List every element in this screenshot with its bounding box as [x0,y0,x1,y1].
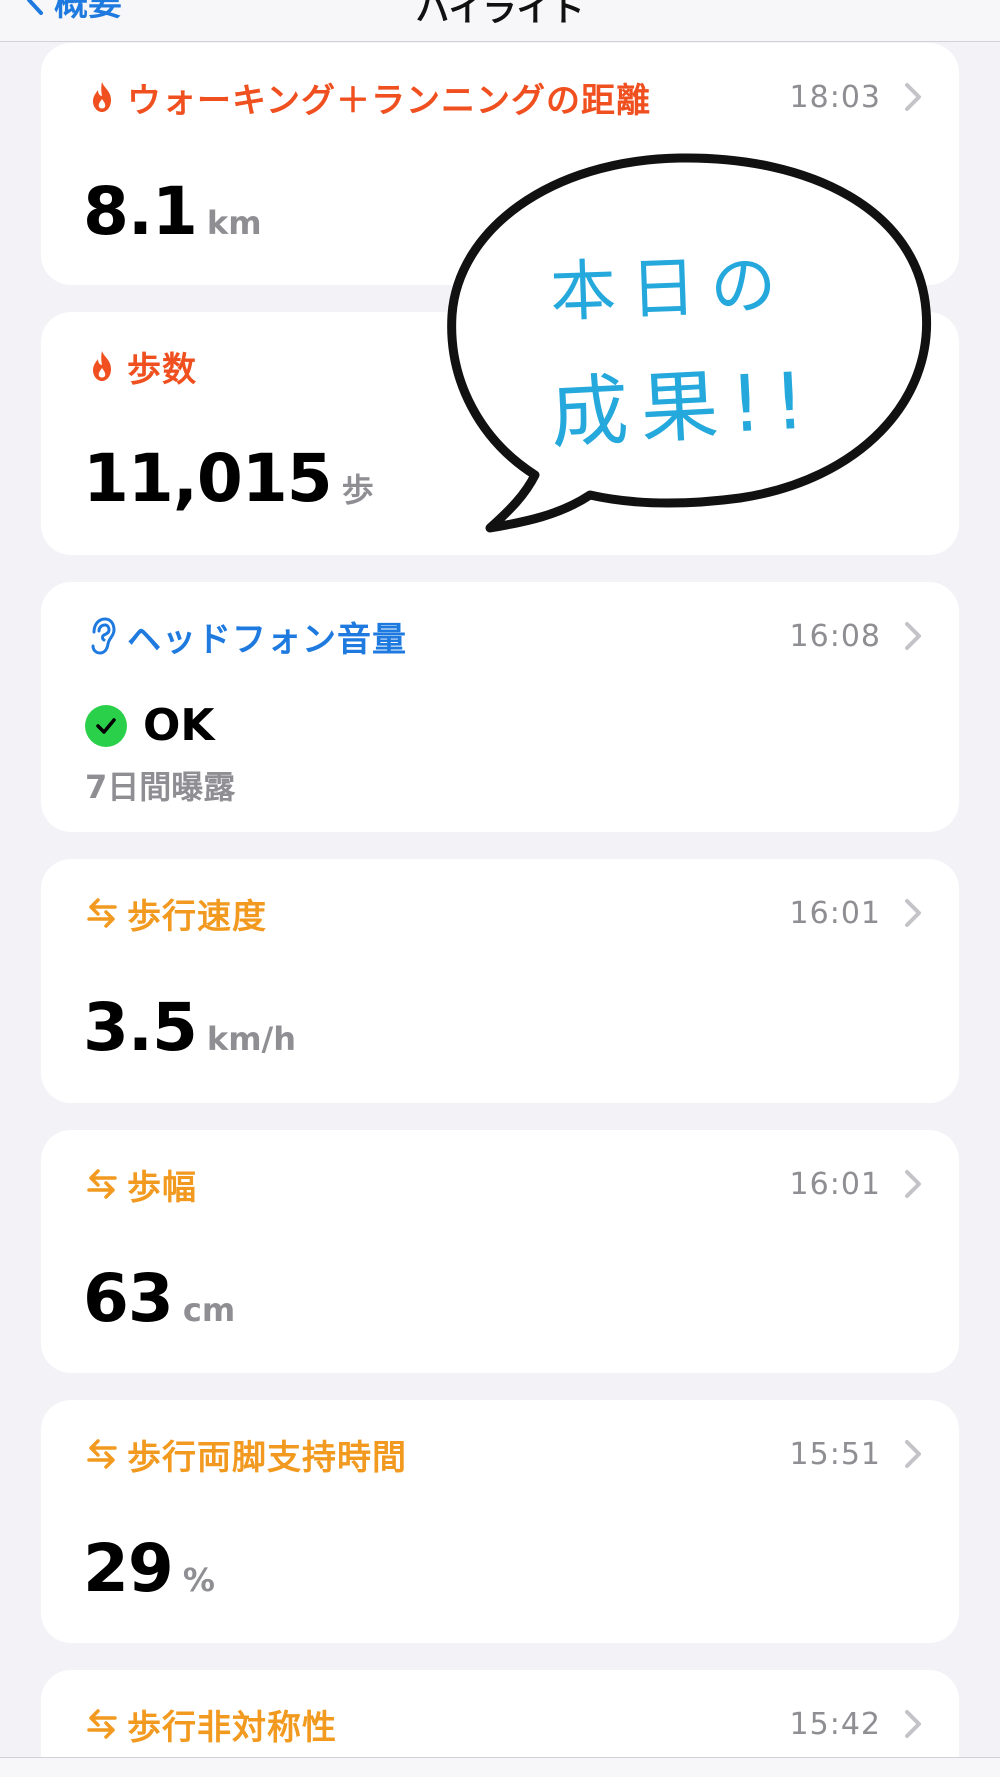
bottom-bar [0,1757,1000,1777]
card-header: 歩行速度 16:01 [85,889,923,937]
card-title: 歩数 [127,349,197,390]
chevron-right-icon [903,1439,923,1469]
card-title: 歩行非対称性 [127,1707,337,1748]
chevron-right-icon [903,82,923,112]
metric-unit: km/h [206,1020,297,1058]
headphone-volume-card[interactable]: ヘッドフォン音量 16:08 OK 7日間曝露 [41,582,959,832]
back-button[interactable]: 概要 [26,0,122,24]
chevron-right-icon [903,1709,923,1739]
card-header: ウォーキング＋ランニングの距離 18:03 [85,73,923,121]
card-title: ヘッドフォン音量 [127,619,407,660]
metric: 29 % [83,1530,215,1607]
speech-bubble-annotation: 本日の 成果!! [440,150,940,550]
timestamp: 16:01 [789,895,881,931]
metric-value: 8.1 [83,173,198,250]
timestamp: 15:42 [789,1706,881,1742]
arrows-left-right-icon [85,1704,119,1744]
metric: 8.1 km [83,173,262,250]
back-label: 概要 [54,0,122,24]
health-highlights-screen: 概要 ハイライト ウォーキング＋ランニングの距離 18:03 8.1 km 歩数 [0,0,1000,1777]
metric: 3.5 km/h [83,989,296,1066]
card-header: 歩行両脚支持時間 15:51 [85,1430,923,1478]
card-header: 歩行非対称性 15:42 [85,1700,923,1748]
metric-value: 3.5 [83,989,198,1066]
metric: 63 cm [83,1260,235,1337]
card-title: 歩行速度 [127,896,267,937]
card-title: 歩幅 [127,1167,197,1208]
card-title: ウォーキング＋ランニングの距離 [127,80,651,121]
walking-speed-card[interactable]: 歩行速度 16:01 3.5 km/h [41,859,959,1103]
arrows-left-right-icon [85,1164,119,1204]
arrows-left-right-icon [85,1434,119,1474]
timestamp: 15:51 [789,1436,881,1472]
bubble-text-line-1: 本日の [548,245,792,332]
metric-value: 11,015 [83,440,333,517]
timestamp: 16:01 [789,1166,881,1202]
checkmark-circle-icon [85,704,127,747]
navigation-bar: 概要 ハイライト [0,0,1000,42]
timestamp: 16:08 [789,618,881,654]
status-subtitle: 7日間曝露 [85,768,236,806]
chevron-right-icon [903,1169,923,1199]
ear-icon [85,616,119,656]
chevron-right-icon [903,621,923,651]
metric-value: 29 [83,1530,174,1607]
metric-unit: % [182,1561,215,1599]
chevron-right-icon [903,898,923,928]
metric-unit: km [206,204,262,242]
card-title: 歩行両脚支持時間 [127,1437,407,1478]
status-row: OK [85,700,215,751]
chevron-left-icon [27,0,43,15]
page-title: ハイライト [415,0,585,30]
step-length-card[interactable]: 歩幅 16:01 63 cm [41,1130,959,1373]
metric-unit: cm [182,1291,236,1329]
metric: 11,015 歩 [83,440,374,517]
metric-unit: 歩 [341,471,374,509]
flame-icon [85,77,119,117]
metric-value: 63 [83,1260,174,1337]
card-header: ヘッドフォン音量 16:08 [85,612,923,660]
bubble-text-line-2: 成果!! [548,356,820,460]
flame-icon [85,346,119,386]
double-support-time-card[interactable]: 歩行両脚支持時間 15:51 29 % [41,1400,959,1643]
arrows-left-right-icon [85,893,119,933]
card-header: 歩幅 16:01 [85,1160,923,1208]
status-text: OK [143,700,215,751]
timestamp: 18:03 [789,79,881,115]
